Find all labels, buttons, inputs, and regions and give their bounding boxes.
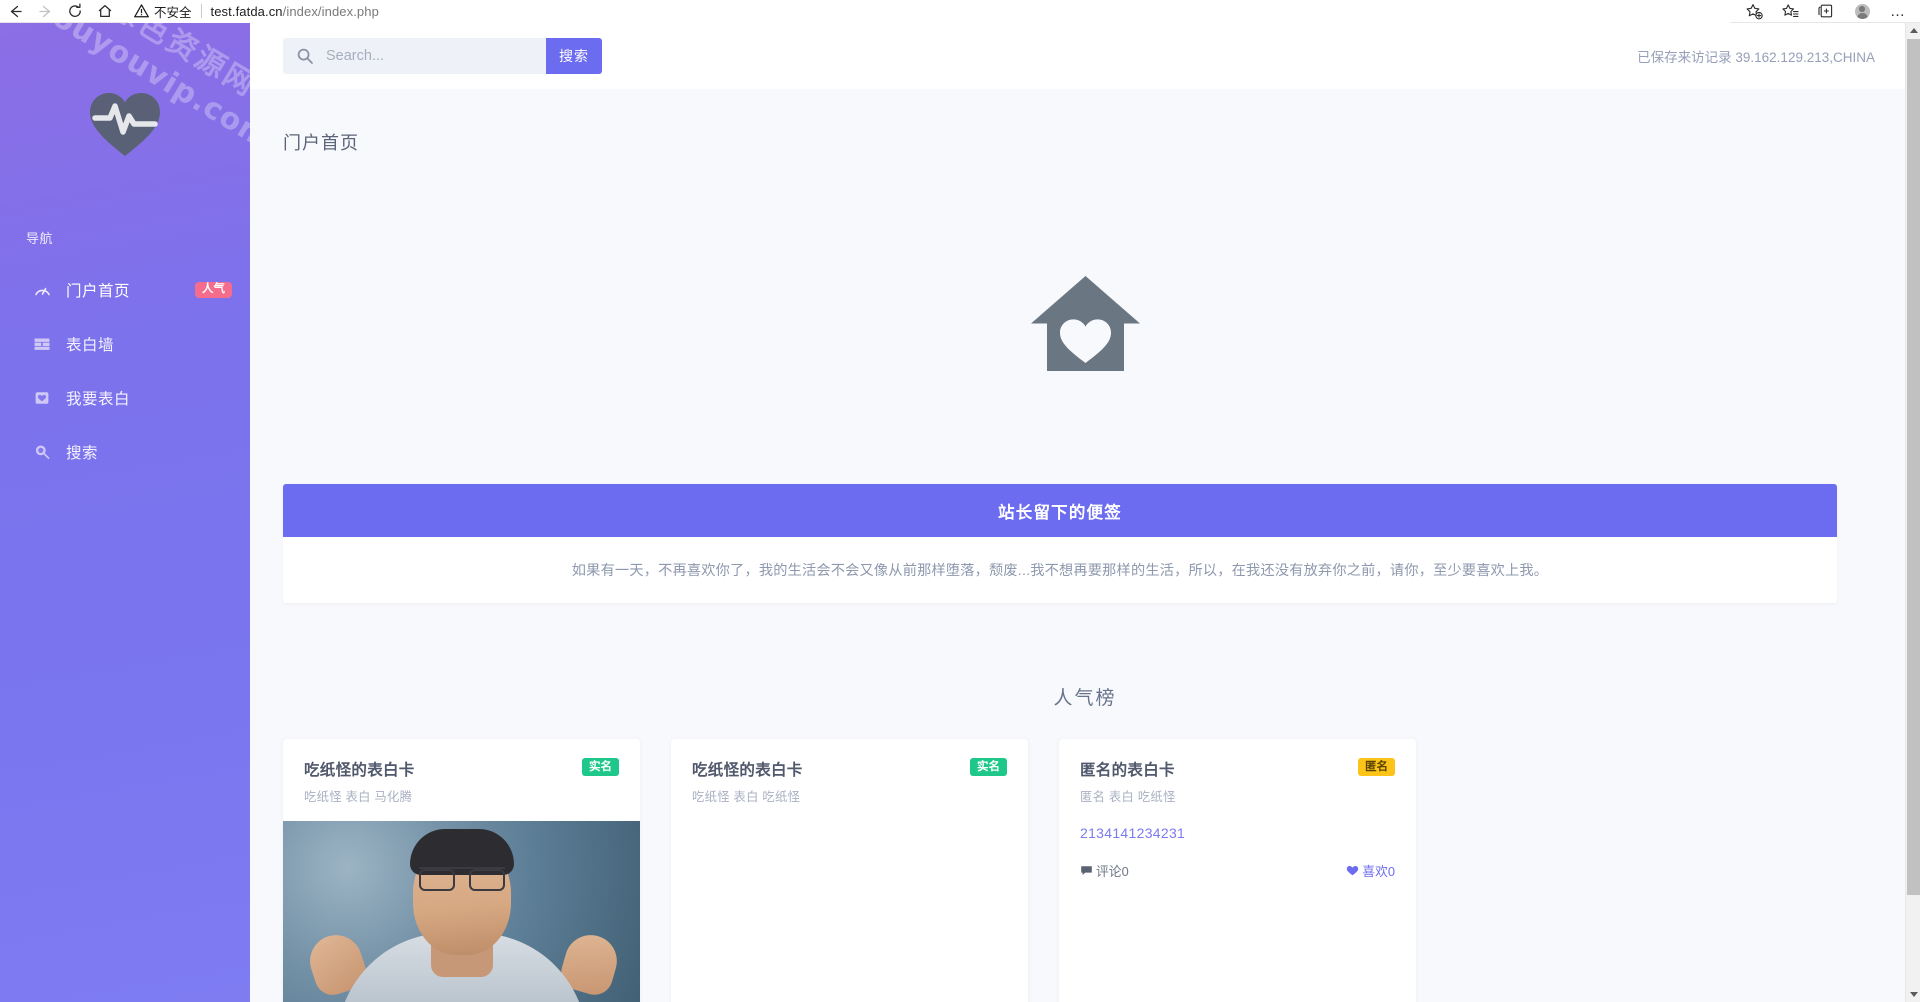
home-icon [97, 3, 113, 19]
url-host: test.fatda.cn [211, 4, 283, 19]
card-footer: 评论0 喜欢0 [1059, 841, 1416, 897]
sidebar-item-label: 搜索 [66, 441, 98, 463]
confession-card[interactable]: 匿名的表白卡 匿名 匿名 表白 吃纸怪 2134141234231 评论0 [1059, 739, 1416, 1002]
page-scrollbar[interactable] [1905, 23, 1920, 1002]
browser-action-icons: … [1736, 0, 1920, 23]
address-divider [201, 4, 202, 18]
card-subtitle: 吃纸怪 表白 吃纸怪 [692, 787, 1007, 805]
search-box[interactable] [283, 38, 546, 74]
visitor-record-text: 已保存来访记录 39.162.129.213,CHINA [1637, 46, 1875, 66]
main-content: 门户首页 站长留下的便签 如果有一天，不再喜欢你了，我的生活会不会又像从前那样堕… [250, 89, 1920, 1002]
card-content-text: 2134141234231 [1059, 805, 1416, 841]
page-title: 门户首页 [283, 129, 359, 155]
favorites-icon [1782, 3, 1799, 20]
back-arrow-icon [7, 3, 24, 20]
url-path: /index/index.php [283, 4, 379, 19]
card-subtitle: 匿名 表白 吃纸怪 [1080, 787, 1395, 805]
admin-note-title: 站长留下的便签 [998, 499, 1122, 523]
search-submit-button[interactable]: 搜索 [546, 38, 602, 74]
confession-card[interactable]: 吃纸怪的表白卡 实名 吃纸怪 表白 吃纸怪 [671, 739, 1028, 1002]
sidebar-item-label: 我要表白 [66, 387, 130, 409]
scroll-down-button[interactable] [1906, 987, 1920, 1002]
status-badge: 实名 [970, 758, 1007, 776]
card-header: 吃纸怪的表白卡 实名 吃纸怪 表白 马化腾 [283, 739, 640, 805]
comment-count-label: 评论0 [1096, 861, 1129, 880]
status-badge: 匿名 [1358, 758, 1395, 776]
reload-icon [67, 3, 83, 19]
page-viewport: 都有绿色资源网 douyouvip.com 导航 门户首页 人气 [0, 23, 1920, 1002]
card-image [283, 821, 640, 1002]
sidebar-item-home[interactable]: 门户首页 人气 [0, 263, 250, 317]
address-bar[interactable]: 不安全 test.fatda.cn/index/index.php [128, 0, 1730, 23]
admin-note-header: 站长留下的便签 [283, 484, 1837, 537]
card-title: 匿名的表白卡 [1080, 758, 1175, 780]
heart-pulse-icon [82, 80, 168, 166]
sidebar-item-label: 表白墙 [66, 333, 114, 355]
card-title: 吃纸怪的表白卡 [304, 758, 415, 780]
house-heart-icon [1029, 272, 1142, 374]
comment-count[interactable]: 评论0 [1080, 861, 1129, 880]
sidebar-item-label: 门户首页 [66, 279, 130, 301]
collections-button[interactable] [1808, 0, 1844, 23]
sidebar: 都有绿色资源网 douyouvip.com 导航 门户首页 人气 [0, 23, 250, 1002]
browser-toolbar: 不安全 test.fatda.cn/index/index.php [0, 0, 1920, 23]
admin-note-body: 如果有一天，不再喜欢你了，我的生活会不会又像从前那样堕落，颓废...我不想再要那… [283, 537, 1837, 603]
like-count-label: 喜欢0 [1362, 861, 1395, 880]
confession-card[interactable]: 吃纸怪的表白卡 实名 吃纸怪 表白 马化腾 "一个宇宙，九大行星，二百零四个国家… [283, 739, 640, 1002]
sidebar-item-wall[interactable]: 表白墙 [0, 317, 250, 371]
admin-note-card: 站长留下的便签 如果有一天，不再喜欢你了，我的生活会不会又像从前那样堕落，颓废.… [283, 484, 1837, 603]
sidebar-item-confess[interactable]: 我要表白 [0, 371, 250, 425]
brand-logo [0, 65, 250, 180]
reload-button[interactable] [60, 0, 90, 22]
wall-icon [32, 334, 52, 354]
back-button[interactable] [0, 0, 30, 22]
card-title-row: 吃纸怪的表白卡 实名 [692, 758, 1007, 780]
add-favorite-star-icon [1746, 3, 1763, 20]
home-button[interactable] [90, 0, 120, 22]
sidebar-nav: 门户首页 人气 表白墙 [0, 263, 250, 479]
card-header: 吃纸怪的表白卡 实名 吃纸怪 表白 吃纸怪 [671, 739, 1028, 805]
card-subtitle: 吃纸怪 表白 马化腾 [304, 787, 619, 805]
hero-illustration [250, 272, 1920, 374]
profile-avatar-icon [1855, 4, 1870, 19]
add-favorite-button[interactable] [1736, 0, 1772, 23]
warning-triangle-icon [134, 4, 149, 18]
search-group: 搜索 [283, 38, 602, 74]
favorites-button[interactable] [1772, 0, 1808, 23]
scroll-up-button[interactable] [1906, 23, 1920, 38]
browser-menu-button[interactable]: … [1880, 0, 1916, 23]
profile-button[interactable] [1844, 0, 1880, 23]
security-warning-text: 不安全 [154, 2, 192, 21]
search-magnifier-icon [32, 442, 52, 462]
like-count[interactable]: 喜欢0 [1346, 861, 1395, 880]
search-input[interactable] [324, 39, 524, 73]
card-header: 匿名的表白卡 匿名 匿名 表白 吃纸怪 [1059, 739, 1416, 805]
nav-heading: 导航 [26, 228, 53, 247]
status-badge: 实名 [582, 758, 619, 776]
security-indicator[interactable]: 不安全 [134, 2, 192, 21]
search-icon [296, 47, 314, 65]
ranking-section-title: 人气榜 [250, 683, 1920, 710]
admin-note-text: 如果有一天，不再喜欢你了，我的生活会不会又像从前那样堕落，颓废...我不想再要那… [572, 560, 1548, 580]
topbar: 搜索 已保存来访记录 39.162.129.213,CHINA [250, 23, 1920, 89]
forward-button[interactable] [30, 0, 60, 22]
scroll-up-arrow-icon [1910, 28, 1918, 33]
sidebar-item-search[interactable]: 搜索 [0, 425, 250, 479]
card-title: 吃纸怪的表白卡 [692, 758, 803, 780]
scrollbar-thumb[interactable] [1907, 39, 1920, 895]
card-title-row: 匿名的表白卡 匿名 [1080, 758, 1395, 780]
more-icon: … [1890, 4, 1906, 19]
heart-icon [1346, 864, 1359, 877]
card-title-row: 吃纸怪的表白卡 实名 [304, 758, 619, 780]
heart-box-icon [32, 388, 52, 408]
collections-icon [1818, 3, 1835, 20]
scroll-down-arrow-icon [1910, 992, 1918, 997]
confession-card-list: 吃纸怪的表白卡 实名 吃纸怪 表白 马化腾 "一个宇宙，九大行星，二百零四个国家… [283, 739, 1883, 1002]
sidebar-badge-popular: 人气 [195, 282, 232, 299]
url-text[interactable]: test.fatda.cn/index/index.php [211, 4, 379, 19]
forward-arrow-icon [37, 3, 54, 20]
dashboard-icon [32, 280, 52, 300]
card-empty-body [671, 805, 1028, 1002]
comment-icon [1080, 864, 1093, 877]
